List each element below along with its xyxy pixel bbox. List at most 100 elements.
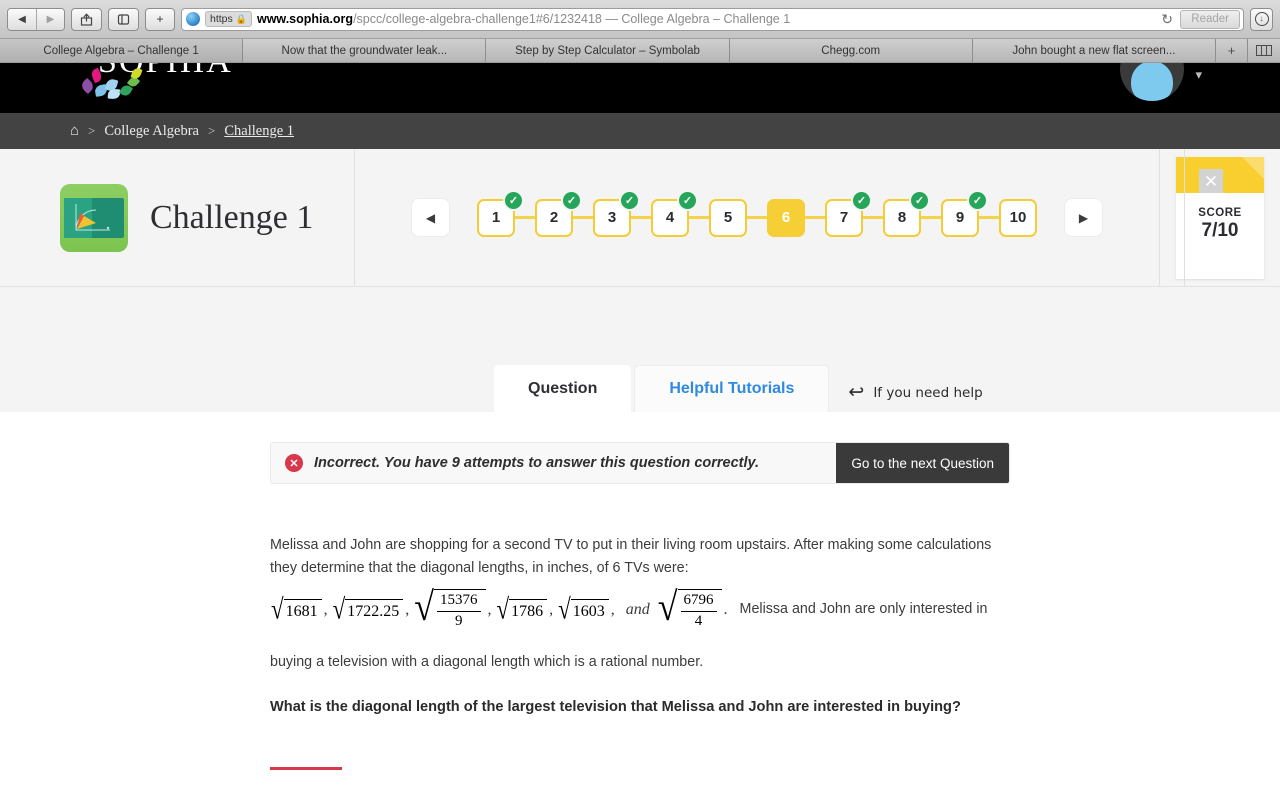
browser-tab-5[interactable]: John bought a new flat screen... — [972, 39, 1217, 62]
breadcrumb-item-challenge-1[interactable]: Challenge 1 — [224, 123, 294, 140]
question-paragraph-1: Melissa and John are shopping for a seco… — [270, 537, 992, 577]
chevron-down-icon[interactable]: ▾ — [1195, 67, 1202, 83]
radical-value: 1681 — [283, 598, 322, 622]
feedback-message: Incorrect. You have 9 attempts to answer… — [314, 455, 760, 471]
stepper-item-8[interactable]: 8 ✓ — [883, 189, 930, 237]
sophia-logo[interactable]: SOPHIA — [72, 63, 242, 105]
go-to-next-question-button[interactable]: Go to the next Question — [836, 443, 1009, 483]
help-hint-text: If you need help — [873, 384, 983, 401]
tabs-overview-icon — [1256, 45, 1273, 56]
address-bar[interactable]: https 🔒 www.sophia.org/spcc/college-alge… — [181, 7, 1244, 31]
stepper-check-icon: ✓ — [619, 189, 640, 211]
stepper-check-icon: ✓ — [503, 189, 524, 211]
share-icon — [80, 12, 93, 26]
radical-fraction: 15376 9 — [434, 589, 486, 631]
nav-back-forward-group[interactable]: ◀ ▶ — [7, 7, 65, 31]
stepper-item-5[interactable]: 5 — [709, 198, 747, 237]
tab-helpful-tutorials[interactable]: Helpful Tutorials — [634, 365, 830, 412]
radical-value: 1603 — [570, 598, 609, 622]
breadcrumb-separator-1: > — [88, 123, 96, 138]
challenge-header-bar: Challenge 1 ◀ 1 ✓ 2 ✓ 3 ✓ 4 ✓ 5 6 7 ✓ 8 … — [0, 149, 1280, 287]
back-button[interactable]: ◀ — [8, 8, 36, 30]
stepper-check-icon: ✓ — [967, 189, 988, 211]
browser-tab-4[interactable]: Chegg.com — [729, 39, 973, 62]
math-comma: , — [323, 601, 328, 619]
stepper-item-9[interactable]: 9 ✓ — [941, 189, 988, 237]
stepper-check-icon: ✓ — [677, 189, 698, 211]
question-panel: ✕ Incorrect. You have 9 attempts to answ… — [0, 442, 1280, 771]
stepper-item-10[interactable]: 10 — [999, 198, 1037, 237]
stepper-items: 1 ✓ 2 ✓ 3 ✓ 4 ✓ 5 6 7 ✓ 8 ✓ 9 ✓ 10 — [477, 189, 1037, 237]
feedback-banner: ✕ Incorrect. You have 9 attempts to answ… — [270, 442, 1010, 484]
stepper-number[interactable]: 5 — [709, 198, 747, 237]
downloads-button[interactable]: ↓ — [1250, 7, 1273, 31]
browser-tab-3[interactable]: Step by Step Calculator – Symbolab — [486, 39, 730, 62]
error-icon: ✕ — [285, 454, 303, 472]
math-comma: , — [405, 601, 410, 619]
fraction-numerator: 6796 — [680, 592, 717, 612]
stepper-connector — [921, 216, 941, 219]
stepper-check-icon: ✓ — [851, 189, 872, 211]
browser-chrome: ◀ ▶ + https 🔒 www.sophia.org/spcc/colleg… — [0, 0, 1280, 63]
feedback-message-wrap: ✕ Incorrect. You have 9 attempts to answ… — [271, 443, 836, 483]
stepper-prev-button[interactable]: ◀ — [412, 199, 449, 236]
stepper-check-icon: ✓ — [561, 189, 582, 211]
question-prompt: What is the diagonal length of the large… — [270, 698, 961, 715]
breadcrumb: ⌂ > College Algebra > Challenge 1 — [0, 113, 1280, 149]
stepper-next-button[interactable]: ▶ — [1065, 199, 1102, 236]
reader-button[interactable]: Reader — [1180, 9, 1240, 29]
globe-icon — [186, 12, 200, 26]
forward-button[interactable]: ▶ — [36, 8, 64, 30]
math-comma: , — [610, 601, 615, 619]
stepper-item-7[interactable]: 7 ✓ — [825, 189, 872, 237]
question-paragraph-2: buying a television with a diagonal leng… — [270, 653, 704, 670]
home-icon[interactable]: ⌂ — [70, 123, 79, 139]
stepper-item-3[interactable]: 3 ✓ — [593, 189, 640, 237]
breadcrumb-separator-2: > — [208, 123, 216, 138]
stepper-item-4[interactable]: 4 ✓ — [651, 189, 698, 237]
math-period: . — [723, 601, 728, 619]
stepper-number[interactable]: 10 — [999, 198, 1037, 237]
browser-tab-2[interactable]: Now that the groundwater leak... — [243, 39, 487, 62]
answer-option-peek[interactable] — [270, 767, 342, 771]
url-separator: — — [601, 12, 622, 26]
sophia-logo-text: SOPHIA — [98, 63, 233, 81]
new-tab-strip-button[interactable]: + — [1216, 39, 1249, 62]
fraction-numerator: 15376 — [437, 592, 481, 612]
sidebar-button[interactable] — [108, 7, 139, 31]
breadcrumb-item-college-algebra[interactable]: College Algebra — [104, 123, 199, 140]
tab-question[interactable]: Question — [494, 365, 632, 412]
stepper-number-active[interactable]: 6 — [767, 198, 805, 237]
url-text: www.sophia.org/spcc/college-algebra-chal… — [257, 12, 1239, 26]
stepper-item-6[interactable]: 6 — [767, 198, 805, 237]
reload-button[interactable]: ↻ — [1161, 11, 1173, 28]
tab-strip: College Algebra – Challenge 1 Now that t… — [0, 38, 1280, 62]
stepper-item-1[interactable]: 1 ✓ — [477, 189, 524, 237]
question-math-line: √ 1681 , √ 1722.25 , √ 15376 9 , √ 1786 … — [270, 584, 1010, 631]
radical-1: √ 1681 — [271, 594, 322, 623]
radical-2: √ 1722.25 — [333, 594, 404, 623]
stepper-connector — [515, 216, 535, 219]
stepper-item-2[interactable]: 2 ✓ — [535, 189, 582, 237]
download-icon: ↓ — [1254, 12, 1269, 26]
question-stepper: ◀ 1 ✓ 2 ✓ 3 ✓ 4 ✓ 5 6 7 ✓ 8 ✓ 9 ✓ 10 ▶ — [355, 149, 1160, 286]
fraction-denominator: 9 — [455, 612, 463, 629]
avatar[interactable] — [1120, 63, 1184, 101]
radical-sign: √ — [558, 593, 571, 625]
stepper-connector — [631, 216, 651, 219]
radical-fraction: 6796 4 — [677, 589, 722, 631]
share-button[interactable] — [71, 7, 102, 31]
challenge-chalkboard-icon — [60, 183, 128, 252]
content-tabs: Question Helpful Tutorials ↩ If you need… — [494, 365, 983, 412]
new-tab-button[interactable]: + — [145, 7, 175, 31]
browser-toolbar: ◀ ▶ + https 🔒 www.sophia.org/spcc/colleg… — [0, 0, 1280, 38]
browser-tab-1[interactable]: College Algebra – Challenge 1 — [0, 39, 244, 62]
site-header: SOPHIA ▾ — [0, 63, 1280, 113]
https-label: https — [210, 13, 233, 25]
tabs-band: Question Helpful Tutorials ↩ If you need… — [0, 287, 1280, 412]
show-all-tabs-button[interactable] — [1248, 39, 1280, 62]
math-comma: , — [549, 601, 554, 619]
stepper-connector — [805, 216, 825, 219]
radical-sign: √ — [657, 584, 678, 630]
back-arrow-icon: ↩ — [848, 382, 865, 403]
